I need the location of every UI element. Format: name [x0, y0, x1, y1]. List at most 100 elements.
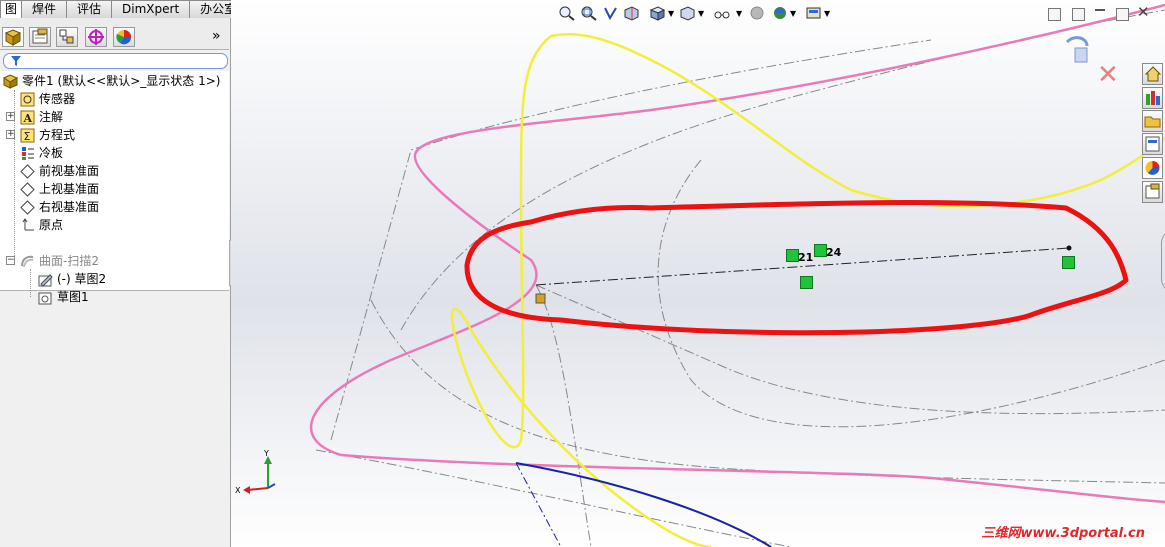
construction-curve [330, 39, 932, 441]
tree-guide-line [30, 269, 31, 297]
filter-input[interactable] [3, 53, 228, 69]
zoom-to-fit-icon[interactable] [558, 5, 575, 21]
expand-equations-button[interactable]: + [6, 130, 15, 139]
construction-curve [657, 159, 1165, 428]
dimxpert-manager-tab[interactable] [85, 27, 107, 47]
tree-item-label: 草图1 [57, 290, 89, 304]
tree-item-label: 右视基准面 [39, 200, 100, 214]
triad-x-label: X [235, 486, 241, 495]
close-icon[interactable]: ✕ [1137, 3, 1150, 21]
annotation-icon: A [20, 110, 35, 125]
sketch-icon [38, 274, 53, 287]
tile-vertical-button[interactable] [1072, 8, 1085, 21]
section-view-icon[interactable] [623, 5, 640, 21]
task-pane-custom-properties[interactable] [1142, 181, 1163, 203]
tree-item-label: 方程式 [39, 128, 76, 142]
red-annotation-loop [464, 200, 1129, 336]
collapse-sweep-button[interactable]: − [6, 256, 15, 265]
tab-evaluate[interactable]: 评估 [66, 0, 113, 18]
hide-show-items-icon[interactable] [713, 5, 730, 21]
relation-icon-horizontal[interactable] [800, 276, 813, 289]
configuration-manager-tab[interactable] [56, 27, 78, 47]
tree-item-top-plane[interactable]: 上视基准面 [20, 180, 99, 198]
dimxpert-manager-icon [88, 29, 104, 45]
cancel-sketch-icon[interactable]: ✕ [1097, 62, 1119, 88]
origin-icon [22, 218, 34, 231]
sketch-icon [38, 292, 52, 305]
feature-tree: 零件1 (默认<<默认>_显示状态 1>) 传感器 + A 注解 + Σ 方程式 冷… [0, 71, 229, 305]
expand-annotations-button[interactable]: + [6, 112, 15, 121]
sketch-endpoint [1066, 245, 1072, 251]
material-icon [22, 147, 34, 160]
tree-item-front-plane[interactable]: 前视基准面 [20, 162, 99, 180]
task-pane-view-palette[interactable] [1142, 133, 1163, 155]
svg-text:Σ: Σ [24, 130, 31, 143]
tree-root-part[interactable]: 零件1 (默认<<默认>_显示状态 1>) [3, 72, 220, 90]
view-settings-icon[interactable] [805, 5, 822, 21]
relation-label-24: 24 [826, 246, 842, 259]
tree-item-equations[interactable]: Σ 方程式 [20, 126, 75, 144]
zoom-to-area-icon[interactable] [580, 5, 597, 21]
tree-item-sketch2[interactable]: (-) 草图2 [38, 270, 106, 288]
tree-item-material[interactable]: 冷板 [20, 144, 63, 162]
tree-item-label: 注解 [39, 110, 64, 124]
chevron-down-icon[interactable]: ▼ [698, 9, 704, 18]
feature-manager-tab[interactable] [2, 27, 24, 47]
exit-sketch-icon[interactable] [1061, 32, 1093, 69]
configuration-manager-icon [59, 29, 74, 44]
plane-icon [20, 200, 35, 215]
path-curve-blue-construction [515, 462, 562, 547]
plane-icon [20, 164, 35, 179]
panel-more-button[interactable]: » [212, 28, 221, 44]
tree-item-label: 传感器 [39, 92, 76, 106]
tree-item-annotations[interactable]: A 注解 [20, 108, 63, 126]
tree-item-label: 冷板 [39, 146, 64, 160]
tree-item-label: 上视基准面 [39, 182, 100, 196]
tile-horizontal-button[interactable] [1048, 8, 1061, 21]
tab-dimxpert[interactable]: DimXpert [111, 0, 191, 18]
previous-view-icon[interactable] [602, 5, 619, 21]
tree-item-sensors[interactable]: 传感器 [20, 90, 75, 108]
chevron-down-icon[interactable]: ▼ [790, 9, 796, 18]
feature-manager-icon [4, 29, 22, 46]
display-manager-icon [116, 30, 132, 45]
tab-weldments[interactable]: 焊件 [21, 0, 68, 18]
model-canvas [310, 3, 1165, 547]
task-pane-file-explorer[interactable] [1142, 110, 1163, 132]
equation-icon: Σ [20, 128, 35, 143]
restore-button[interactable] [1116, 8, 1129, 21]
task-pane-appearances[interactable] [1142, 157, 1163, 179]
panel-tab-strip: » [0, 18, 229, 50]
plane-icon [20, 182, 35, 197]
profile-curve-pink [310, 3, 1165, 504]
property-manager-tab[interactable] [29, 27, 51, 47]
construction-curve [400, 9, 1165, 331]
view-orientation-icon[interactable] [649, 5, 666, 21]
chevron-down-icon[interactable]: ▼ [736, 9, 742, 18]
task-pane-resources[interactable] [1142, 63, 1163, 85]
feature-manager-panel: » 零件1 (默认<<默认>_显示状态 1>) 传感器 + A 注解 + Σ 方程式… [0, 18, 231, 547]
tree-item-origin[interactable]: 原点 [20, 216, 63, 234]
part-icon [3, 74, 18, 89]
tree-item-sketch1[interactable]: 草图1 [38, 288, 89, 306]
tab-features[interactable]: 图 [0, 0, 23, 18]
task-pane-design-library[interactable] [1142, 87, 1163, 109]
graphics-area[interactable]: 21 24 ▼ ▼ ▼ ▼ ▼ ✕ ✕ Y X [231, 0, 1165, 547]
watermark-text: 三维网www.3dportal.cn [981, 526, 1145, 541]
tree-item-label: 曲面-扫描2 [39, 254, 99, 268]
rotate-handle [1161, 230, 1165, 292]
minimize-button[interactable] [1095, 9, 1105, 11]
command-manager-tabs: 图 焊件 评估 DimXpert 办公室产品 [0, 0, 272, 18]
tree-item-right-plane[interactable]: 右视基准面 [20, 198, 99, 216]
display-style-icon[interactable] [679, 5, 696, 21]
relation-icon-endpoint[interactable] [1062, 256, 1075, 269]
display-manager-tab[interactable] [113, 27, 135, 47]
edit-appearance-icon[interactable] [749, 5, 766, 21]
chevron-down-icon[interactable]: ▼ [668, 9, 674, 18]
chevron-down-icon[interactable]: ▼ [824, 9, 830, 18]
tree-item-surface-sweep2[interactable]: 曲面-扫描2 [20, 252, 99, 270]
tree-item-label: (-) 草图2 [57, 272, 107, 286]
filter-icon [11, 56, 21, 66]
apply-scene-icon[interactable] [772, 5, 789, 21]
reference-triad: Y X [235, 449, 276, 495]
